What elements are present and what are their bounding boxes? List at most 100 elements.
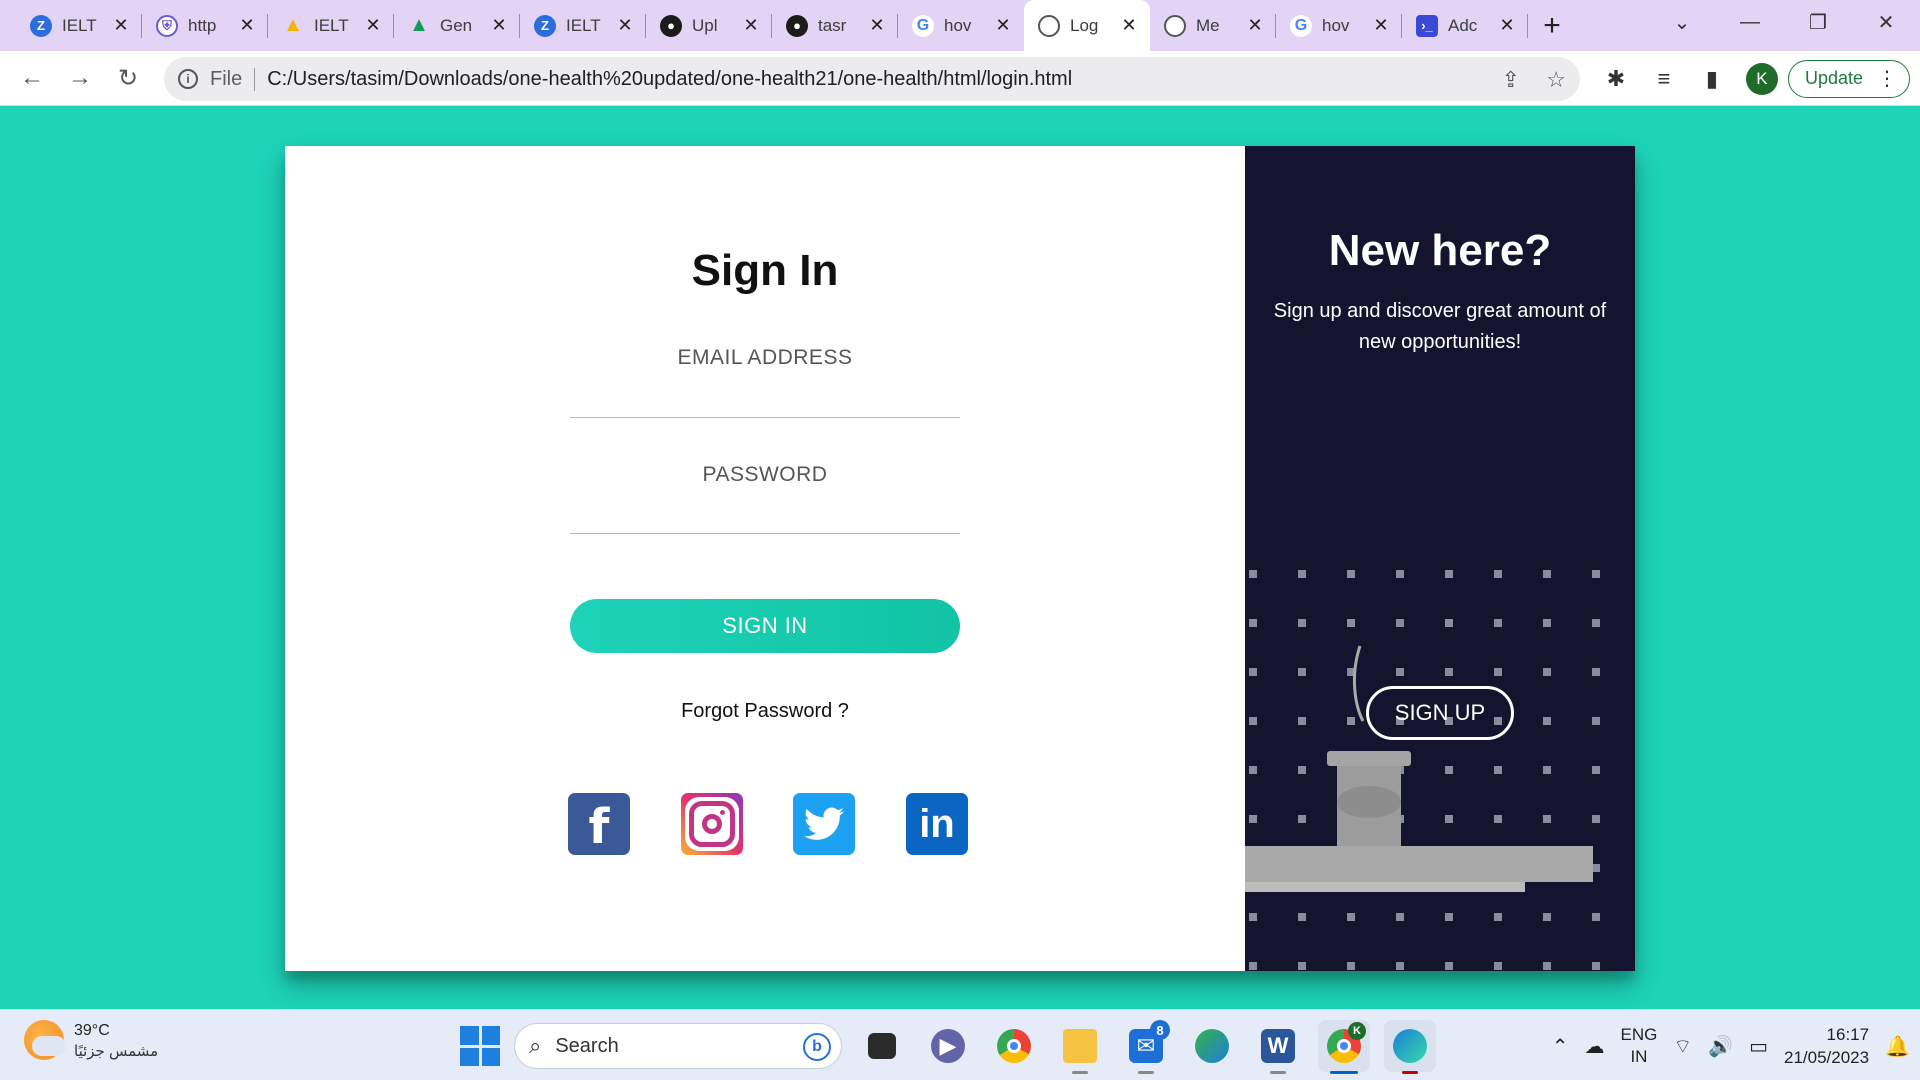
linkedin-icon[interactable]: in: [905, 793, 968, 855]
tab-search-icon[interactable]: ⌄: [1648, 0, 1716, 44]
info-icon[interactable]: i: [178, 69, 198, 89]
tab-5[interactable]: Z IELT ✕: [520, 0, 646, 51]
close-icon[interactable]: ✕: [490, 15, 508, 36]
file-explorer-icon[interactable]: [1054, 1020, 1106, 1074]
forward-icon[interactable]: →: [56, 54, 104, 102]
bing-icon[interactable]: b: [803, 1033, 831, 1061]
menu-dots-icon[interactable]: ⋮: [1877, 66, 1897, 91]
close-icon[interactable]: ✕: [1498, 15, 1516, 36]
url-text[interactable]: C:/Users/tasim/Downloads/one-health%20up…: [267, 68, 1072, 91]
clock-date: 21/05/2023: [1784, 1048, 1870, 1067]
close-icon[interactable]: ✕: [1246, 15, 1264, 36]
tab-2[interactable]: ⛨ http ✕: [142, 0, 268, 51]
extensions-icon[interactable]: ✱: [1592, 55, 1640, 103]
grid-dot: [1543, 815, 1551, 823]
tab-4[interactable]: ▲ Gen ✕: [394, 0, 520, 51]
signin-button[interactable]: SIGN IN: [570, 599, 960, 653]
tab-10[interactable]: Me ✕: [1150, 0, 1276, 51]
google-icon: G: [912, 14, 934, 37]
grid-dot: [1592, 815, 1600, 823]
grid-dot: [1347, 766, 1355, 774]
grid-dot: [1445, 619, 1453, 627]
notifications-icon[interactable]: 🔔: [1885, 1034, 1910, 1059]
share-icon[interactable]: ⇪: [1502, 67, 1520, 93]
tab-11[interactable]: Ghov ✕: [1276, 0, 1402, 51]
facebook-icon[interactable]: f: [568, 793, 630, 855]
address-bar[interactable]: i File C:/Users/tasim/Downloads/one-heal…: [164, 57, 1580, 101]
chrome-profile-icon[interactable]: K: [1318, 1020, 1370, 1074]
mail-icon[interactable]: ✉ 8: [1120, 1020, 1172, 1074]
grid-dot: [1494, 913, 1502, 921]
twitter-bird-shape: [804, 807, 845, 840]
grid-dot: [1445, 815, 1453, 823]
close-icon[interactable]: ✕: [238, 15, 256, 36]
z-icon: Z: [30, 14, 52, 37]
restore-icon[interactable]: ❐: [1784, 0, 1852, 44]
weather-widget[interactable]: 39°C مشمس جزئيًا: [24, 1020, 158, 1060]
task-view-icon[interactable]: [856, 1020, 908, 1072]
bookmark-star-icon[interactable]: ☆: [1546, 67, 1566, 93]
grid-dot: [1249, 766, 1257, 774]
password-label: PASSWORD: [702, 463, 828, 486]
reload-icon[interactable]: ↻: [104, 54, 152, 102]
tab-8[interactable]: Ghov ✕: [898, 0, 1024, 51]
tab-7[interactable]: ● tasr ✕: [772, 0, 898, 51]
grid-dot: [1543, 962, 1551, 970]
close-icon[interactable]: ✕: [994, 15, 1012, 36]
windows-taskbar: 39°C مشمس جزئيًا ⌕ Search b ▶ ✉ 8 W K ⌃ ☁…: [0, 1009, 1920, 1080]
grid-dot: [1592, 962, 1600, 970]
onedrive-icon[interactable]: ☁: [1585, 1034, 1605, 1059]
word-icon[interactable]: W: [1252, 1020, 1304, 1074]
wifi-icon[interactable]: ⌔: [1673, 1034, 1692, 1059]
grid-dot: [1396, 913, 1404, 921]
signup-button[interactable]: SIGN UP: [1366, 686, 1514, 740]
tab-3[interactable]: ▲ IELT ✕: [268, 0, 394, 51]
close-icon[interactable]: ✕: [868, 15, 886, 36]
grid-dot: [1396, 668, 1404, 676]
chevron-up-icon[interactable]: ⌃: [1552, 1034, 1569, 1059]
tab-12[interactable]: ›_ Adc ✕: [1402, 0, 1528, 51]
side-panel-icon[interactable]: ▮: [1688, 55, 1736, 103]
close-icon[interactable]: ✕: [112, 15, 130, 36]
profile-avatar[interactable]: K: [1745, 62, 1778, 95]
reading-list-icon[interactable]: ≡: [1640, 55, 1688, 103]
back-icon[interactable]: ←: [8, 54, 56, 102]
grid-dot: [1543, 717, 1551, 725]
language-indicator[interactable]: ENG IN: [1621, 1024, 1658, 1068]
grid-dot: [1396, 864, 1404, 872]
teams-chat-icon[interactable]: ▶: [922, 1020, 974, 1072]
update-button[interactable]: Update ⋮: [1787, 59, 1910, 98]
volume-icon[interactable]: 🔊: [1708, 1034, 1733, 1059]
close-icon[interactable]: ✕: [616, 15, 634, 36]
grid-dot: [1543, 570, 1551, 578]
lang-region: IN: [1630, 1047, 1648, 1066]
grid-dot: [1249, 864, 1257, 872]
email-input[interactable]: [570, 382, 960, 418]
close-icon[interactable]: ✕: [364, 15, 382, 36]
instagram-icon[interactable]: [680, 793, 743, 855]
chrome-icon[interactable]: [988, 1020, 1040, 1072]
battery-icon[interactable]: ▭: [1749, 1034, 1768, 1059]
start-windows-icon[interactable]: [460, 1026, 500, 1066]
tab-title: Upl: [692, 15, 718, 35]
grid-dot: [1298, 962, 1306, 970]
forgot-password-link[interactable]: Forgot Password ?: [285, 700, 1245, 723]
tab-6[interactable]: ● Upl ✕: [646, 0, 772, 51]
close-icon[interactable]: ✕: [1372, 15, 1390, 36]
signup-panel: New here? Sign up and discover great amo…: [1245, 146, 1635, 971]
twitter-icon[interactable]: [793, 793, 856, 855]
signup-subtitle: Sign up and discover great amount of new…: [1273, 300, 1607, 353]
tab-9-active[interactable]: Log ✕: [1024, 0, 1150, 51]
taskbar-search[interactable]: ⌕ Search b: [514, 1023, 842, 1069]
new-tab-button[interactable]: +: [1528, 0, 1576, 51]
window-close-icon[interactable]: ✕: [1852, 0, 1920, 44]
edge-icon[interactable]: [1384, 1020, 1436, 1074]
minimize-icon[interactable]: —: [1716, 0, 1784, 44]
password-input[interactable]: [570, 498, 960, 534]
clock[interactable]: 16:17 21/05/2023: [1784, 1023, 1869, 1069]
edge-dev-icon[interactable]: [1186, 1020, 1238, 1072]
mail-badge: 8: [1150, 1020, 1170, 1040]
close-icon[interactable]: ✕: [1120, 15, 1138, 36]
close-icon[interactable]: ✕: [742, 15, 760, 36]
tab-1[interactable]: Z IELT ✕: [16, 0, 142, 51]
